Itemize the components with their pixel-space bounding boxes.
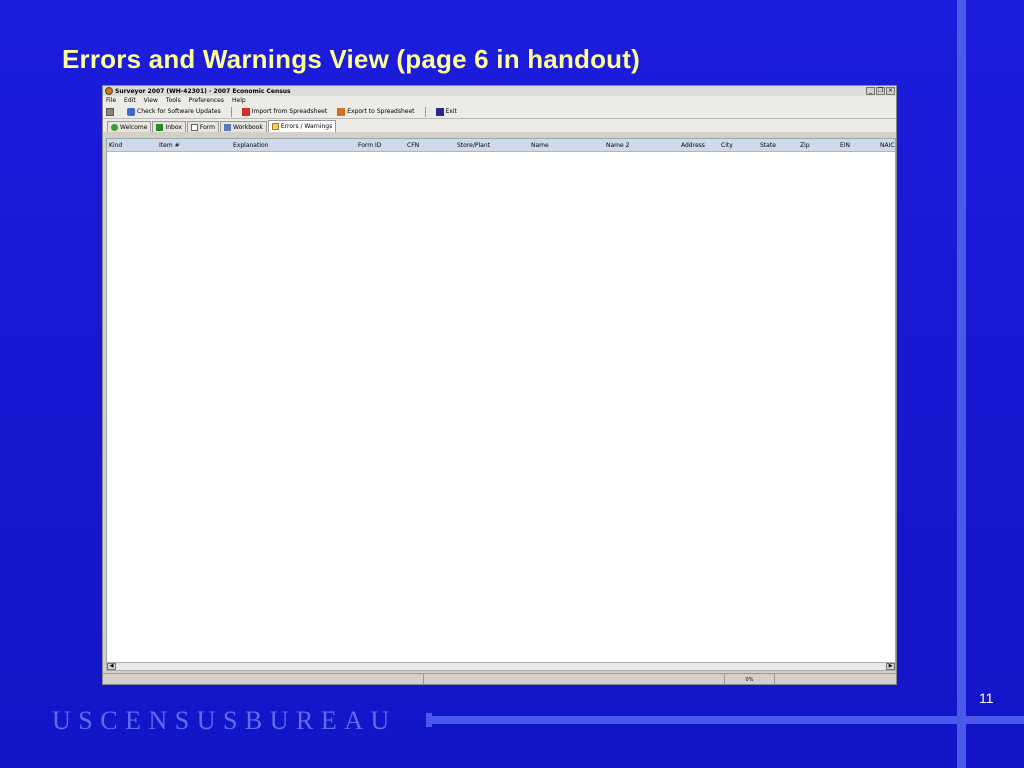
- import-spreadsheet-button[interactable]: Import from Spreadsheet: [239, 107, 330, 116]
- column-header-kind[interactable]: Kind: [109, 142, 122, 149]
- form-icon: [190, 123, 198, 131]
- welcome-icon: [111, 123, 118, 131]
- decorative-vertical-line: [957, 0, 966, 768]
- column-header-zip[interactable]: Zip: [800, 142, 810, 149]
- export-spreadsheet-button[interactable]: Export to Spreadsheet: [334, 107, 417, 116]
- export-icon: [337, 107, 346, 116]
- column-header-cfn[interactable]: CFN: [407, 142, 419, 149]
- status-cell: [103, 674, 424, 684]
- minimize-button[interactable]: _: [866, 87, 875, 95]
- menu-file[interactable]: File: [106, 97, 116, 104]
- window-controls: _ ❐ ×: [866, 87, 895, 95]
- tab-workbook-label: Workbook: [233, 123, 263, 131]
- tab-errors-warnings-label: Errors / Warnings: [280, 123, 333, 130]
- exit-button[interactable]: Exit: [433, 107, 460, 116]
- menu-preferences[interactable]: Preferences: [189, 97, 224, 104]
- scroll-left-button[interactable]: ◀: [107, 663, 116, 670]
- toolbar: Check for Software Updates Import from S…: [103, 105, 896, 119]
- errors-grid[interactable]: Kind Item # Explanation Form ID CFN Stor…: [106, 138, 896, 663]
- decorative-line-cap: [426, 713, 432, 727]
- import-icon: [241, 107, 250, 116]
- tab-form-label: Form: [199, 123, 215, 131]
- status-cell: [775, 674, 896, 684]
- status-cell: [424, 674, 725, 684]
- column-header-name[interactable]: Name: [531, 142, 549, 149]
- workbook-icon: [224, 123, 231, 131]
- column-header-state[interactable]: State: [760, 142, 776, 149]
- status-bar: 0%: [103, 673, 896, 684]
- tab-inbox-label: Inbox: [165, 123, 182, 131]
- census-bureau-logo: USCENSUSBUREAU: [52, 706, 397, 735]
- toolbar-separator: [424, 106, 426, 117]
- toolbar-separator: [230, 106, 232, 117]
- tab-inbox[interactable]: Inbox: [152, 121, 186, 132]
- column-header-form-id[interactable]: Form ID: [358, 142, 381, 149]
- import-label: Import from Spreadsheet: [251, 108, 328, 115]
- tab-welcome[interactable]: Welcome: [107, 121, 152, 132]
- column-header-address[interactable]: Address: [681, 142, 705, 149]
- window-title: Surveyor 2007 (WH-42301) - 2007 Economic…: [115, 87, 291, 95]
- export-label: Export to Spreadsheet: [347, 108, 415, 115]
- tab-welcome-label: Welcome: [120, 123, 148, 131]
- column-header-city[interactable]: City: [721, 142, 733, 149]
- exit-label: Exit: [445, 108, 457, 115]
- scroll-right-button[interactable]: ▶: [886, 663, 895, 670]
- tab-workbook[interactable]: Workbook: [220, 121, 267, 132]
- column-header-explanation[interactable]: Explanation: [233, 142, 268, 149]
- app-icon: [105, 87, 113, 95]
- update-icon: [127, 107, 135, 116]
- menu-tools[interactable]: Tools: [166, 97, 181, 104]
- slide-number: 11: [979, 690, 994, 706]
- check-updates-label: Check for Software Updates: [137, 108, 221, 115]
- column-header-naic[interactable]: NAIC: [880, 142, 895, 149]
- decorative-horizontal-line: [426, 716, 1024, 724]
- tab-form[interactable]: Form: [186, 121, 219, 132]
- close-button[interactable]: ×: [886, 87, 895, 95]
- column-header-ein[interactable]: EIN: [840, 142, 850, 149]
- menu-bar: File Edit View Tools Preferences Help: [103, 96, 896, 105]
- warning-icon: [271, 123, 279, 130]
- menu-view[interactable]: View: [144, 97, 158, 104]
- horizontal-scrollbar[interactable]: ◀ ▶: [106, 662, 896, 671]
- toolbar-handle[interactable]: [106, 107, 114, 116]
- column-header-item[interactable]: Item #: [159, 142, 180, 149]
- window-titlebar[interactable]: Surveyor 2007 (WH-42301) - 2007 Economic…: [103, 86, 896, 96]
- tab-bar: Welcome Inbox Form Workbook Errors / War…: [103, 119, 896, 132]
- menu-edit[interactable]: Edit: [124, 97, 136, 104]
- restore-button[interactable]: ❐: [876, 87, 885, 95]
- tab-errors-warnings[interactable]: Errors / Warnings: [267, 120, 337, 132]
- column-header-name-2[interactable]: Name 2: [606, 142, 629, 149]
- check-updates-button[interactable]: Check for Software Updates: [124, 107, 224, 116]
- app-window: Surveyor 2007 (WH-42301) - 2007 Economic…: [102, 85, 897, 685]
- menu-help[interactable]: Help: [232, 97, 246, 104]
- column-header-store-plant[interactable]: Store/Plant: [457, 142, 490, 149]
- inbox-icon: [156, 123, 164, 131]
- exit-icon: [435, 107, 444, 116]
- grid-header: Kind Item # Explanation Form ID CFN Stor…: [107, 139, 895, 152]
- slide-title: Errors and Warnings View (page 6 in hand…: [62, 44, 640, 74]
- progress-indicator: 0%: [725, 674, 775, 684]
